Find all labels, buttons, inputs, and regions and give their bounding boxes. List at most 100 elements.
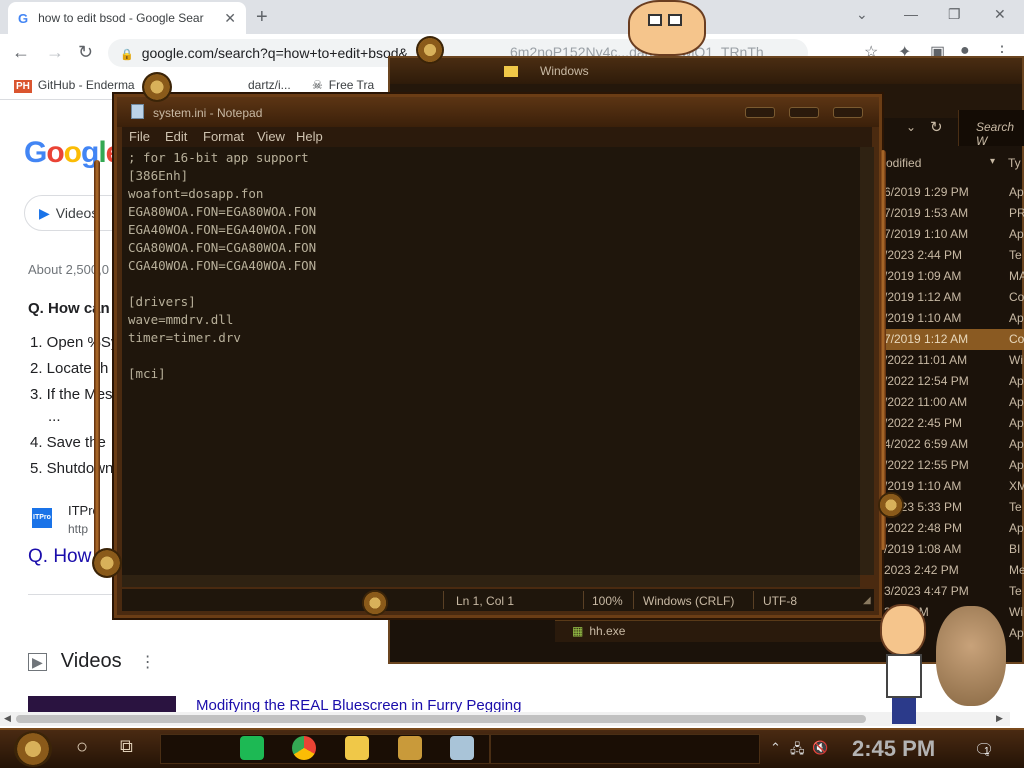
explorer-row[interactable]: /2019 1:10 AM XM	[880, 476, 1024, 497]
exe-file-icon: ▦	[572, 624, 584, 638]
itpro-logo-icon: ITPro	[32, 508, 52, 528]
close-tab-icon[interactable]: ✕	[224, 10, 236, 27]
explorer-row[interactable]: /2019 1:09 AM MA	[880, 266, 1024, 287]
restore-icon[interactable]: ❐	[948, 6, 961, 23]
browser-tab[interactable]: G how to edit bsod - Google Sear ✕	[8, 2, 246, 34]
row-date: /2019 1:08 AM	[884, 542, 962, 556]
explorer-row[interactable]: /2022 2:48 PM Ap	[880, 518, 1024, 539]
row-type: Ap	[1009, 311, 1024, 325]
forward-icon[interactable]: →	[46, 42, 64, 63]
explorer-row[interactable]: 2023 2:42 PM Me	[880, 560, 1024, 581]
volume-muted-icon[interactable]: 🔇	[812, 740, 828, 756]
taskbar-apps-area	[490, 734, 760, 764]
row-type: PR	[1009, 206, 1024, 220]
resize-grip-icon[interactable]: ◢	[863, 595, 871, 606]
explorer-refresh-icon[interactable]: ↻	[930, 118, 943, 136]
explorer-row[interactable]: /2019 1:08 AM BI	[880, 539, 1024, 560]
row-type: Ap	[1009, 227, 1024, 241]
brass-rail-decoration	[94, 160, 100, 560]
row-type: Ap	[1009, 437, 1024, 451]
reload-icon[interactable]: ↻	[78, 42, 93, 63]
explorer-row[interactable]: /2023 2:44 PM Te	[880, 245, 1024, 266]
notepad-taskbar-icon[interactable]	[450, 736, 474, 760]
explorer-row[interactable]: /2019 1:10 AM Ap	[880, 308, 1024, 329]
notepad-window[interactable]: system.ini - Notepad File Edit Format Vi…	[114, 94, 882, 618]
explorer-row[interactable]: 7/2019 1:10 AM Ap	[880, 224, 1024, 245]
task-view-icon[interactable]: ⧉	[120, 736, 133, 757]
explorer-title-bar[interactable]: Windows	[390, 58, 1022, 84]
menu-file[interactable]: File	[129, 129, 150, 144]
step-3: 3. If the Mes	[30, 386, 113, 403]
row-type: Ap	[1009, 395, 1024, 409]
row-date: 6/2019 1:29 PM	[884, 185, 969, 199]
notepad-text-area[interactable]: ; for 16-bit app support [386Enh] woafon…	[122, 147, 860, 575]
row-type: Ap	[1009, 521, 1024, 535]
row-date: /2019 1:10 AM	[884, 479, 962, 493]
chrome-icon[interactable]	[292, 736, 316, 760]
explorer-row[interactable]: 7/2019 1:12 AM Co	[880, 329, 1024, 350]
scroll-left-arrow-icon[interactable]: ◀	[4, 713, 11, 724]
row-date: /2022 12:54 PM	[884, 374, 969, 388]
row-type: Te	[1009, 248, 1022, 262]
question-link[interactable]: Q. How	[28, 546, 91, 568]
scroll-right-arrow-icon[interactable]: ▶	[996, 713, 1003, 724]
row-date: /2022 2:45 PM	[884, 416, 963, 430]
tab-search-icon[interactable]: ⌄	[856, 6, 868, 23]
menu-help[interactable]: Help	[296, 129, 323, 144]
spotify-icon[interactable]	[240, 736, 264, 760]
notepad-maximize-button[interactable]	[789, 107, 819, 118]
column-type[interactable]: Ty	[1008, 156, 1021, 170]
google-logo[interactable]: Google	[24, 136, 122, 170]
notepad-horizontal-scrollbar[interactable]	[122, 575, 860, 587]
address-dropdown-icon[interactable]: ⌄	[906, 120, 916, 134]
hamster-decoration	[936, 606, 1006, 706]
menu-format[interactable]: Format	[203, 129, 244, 144]
explorer-row[interactable]: /2019 1:12 AM Co	[880, 287, 1024, 308]
back-icon[interactable]: ←	[12, 42, 30, 63]
close-window-icon[interactable]: ✕	[994, 6, 1006, 23]
minimize-icon[interactable]: —	[904, 6, 918, 22]
explorer-row[interactable]: 3/2023 4:47 PM Te	[880, 581, 1024, 602]
row-date: 7/2019 1:12 AM	[884, 332, 969, 346]
row-type: Te	[1009, 584, 1022, 598]
status-divider	[753, 591, 754, 609]
new-tab-button[interactable]: +	[256, 6, 268, 29]
tray-overflow-icon[interactable]: ⌃	[770, 740, 781, 756]
bookmark-dartz[interactable]: dartz/i...	[248, 78, 291, 92]
network-icon[interactable]: 🖧	[790, 740, 805, 762]
explorer-row[interactable]: /2022 12:55 PM Ap	[880, 455, 1024, 476]
status-divider	[633, 591, 634, 609]
search-icon[interactable]: ○	[76, 736, 88, 759]
tab-title: how to edit bsod - Google Sear	[38, 11, 204, 25]
explorer-row[interactable]: /2022 11:00 AM Ap	[880, 392, 1024, 413]
row-date: /2019 1:10 AM	[884, 311, 962, 325]
row-type: Wi	[1009, 605, 1023, 619]
more-options-icon[interactable]: ⋮	[140, 654, 156, 671]
explorer-row[interactable]: /2022 11:01 AM Wi	[880, 350, 1024, 371]
notepad-minimize-button[interactable]	[745, 107, 775, 118]
explorer-row[interactable]: 4/2022 6:59 AM Ap	[880, 434, 1024, 455]
bookmark-github[interactable]: PH GitHub - Enderma	[14, 78, 135, 93]
notepad-close-button[interactable]	[833, 107, 863, 118]
menu-view[interactable]: View	[257, 129, 285, 144]
menu-edit[interactable]: Edit	[165, 129, 187, 144]
video-section-icon: ▶	[28, 653, 47, 671]
source-url[interactable]: http	[68, 522, 88, 536]
row-date: /2022 11:01 AM	[884, 353, 968, 367]
scrollbar-thumb[interactable]	[16, 715, 866, 723]
explorer-row[interactable]: /2022 2:45 PM Ap	[880, 413, 1024, 434]
explorer-row[interactable]: 6/2019 1:29 PM Ap	[880, 182, 1024, 203]
file-explorer-icon[interactable]	[345, 736, 369, 760]
file-hh-exe[interactable]: ▦ hh.exe	[572, 624, 625, 638]
row-type: Ap	[1009, 458, 1024, 472]
explorer-row[interactable]: 7/2019 1:53 AM PR	[880, 203, 1024, 224]
start-button[interactable]	[14, 731, 52, 767]
explorer-row[interactable]: /2022 12:54 PM Ap	[880, 371, 1024, 392]
app-icon[interactable]	[398, 736, 422, 760]
gear-decoration	[362, 590, 388, 616]
url-text: google.com/search?q=how+to+edit+bsod&	[141, 45, 408, 61]
column-date-modified[interactable]: odified	[886, 156, 921, 170]
taskbar-clock[interactable]: 2:45 PM	[852, 736, 935, 762]
notepad-vertical-scrollbar[interactable]	[860, 147, 874, 575]
bookmark-free-tra[interactable]: ☠ Free Tra	[312, 78, 374, 92]
